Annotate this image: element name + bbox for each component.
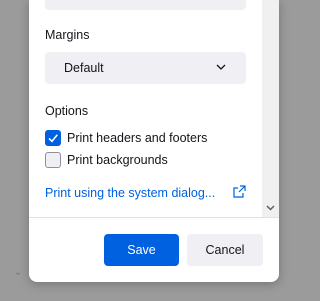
headers-footers-label: Print headers and footers [67, 131, 208, 145]
footer-divider [29, 217, 279, 218]
chevron-down-icon [216, 64, 226, 70]
scrollbar[interactable] [262, 0, 279, 217]
backgrounds-label: Print backgrounds [67, 153, 168, 167]
margins-label: Margins [45, 28, 90, 42]
print-dialog: Margins Default Options Print headers an… [29, 0, 279, 282]
external-link-icon[interactable] [233, 185, 246, 198]
options-label: Options [45, 104, 89, 118]
print-headers-footers-option[interactable]: Print headers and footers [45, 130, 207, 146]
system-dialog-link[interactable]: Print using the system dialog... [45, 186, 215, 200]
print-backgrounds-option[interactable]: Print backgrounds [45, 152, 168, 168]
backgrounds-checkbox[interactable] [45, 152, 61, 168]
checkmark-icon [48, 134, 58, 143]
margins-select[interactable]: Default [45, 52, 246, 84]
previous-select-field[interactable] [45, 0, 246, 10]
settings-scroll-area: Margins Default Options Print headers an… [29, 0, 279, 217]
background-chevron-down-icon: ⌄ [13, 267, 23, 278]
headers-footers-checkbox[interactable] [45, 130, 61, 146]
scroll-down-icon[interactable] [265, 202, 276, 213]
save-button[interactable]: Save [104, 234, 179, 266]
margins-select-value: Default [64, 61, 104, 75]
cancel-button[interactable]: Cancel [187, 234, 263, 266]
background-page [0, 0, 14, 280]
